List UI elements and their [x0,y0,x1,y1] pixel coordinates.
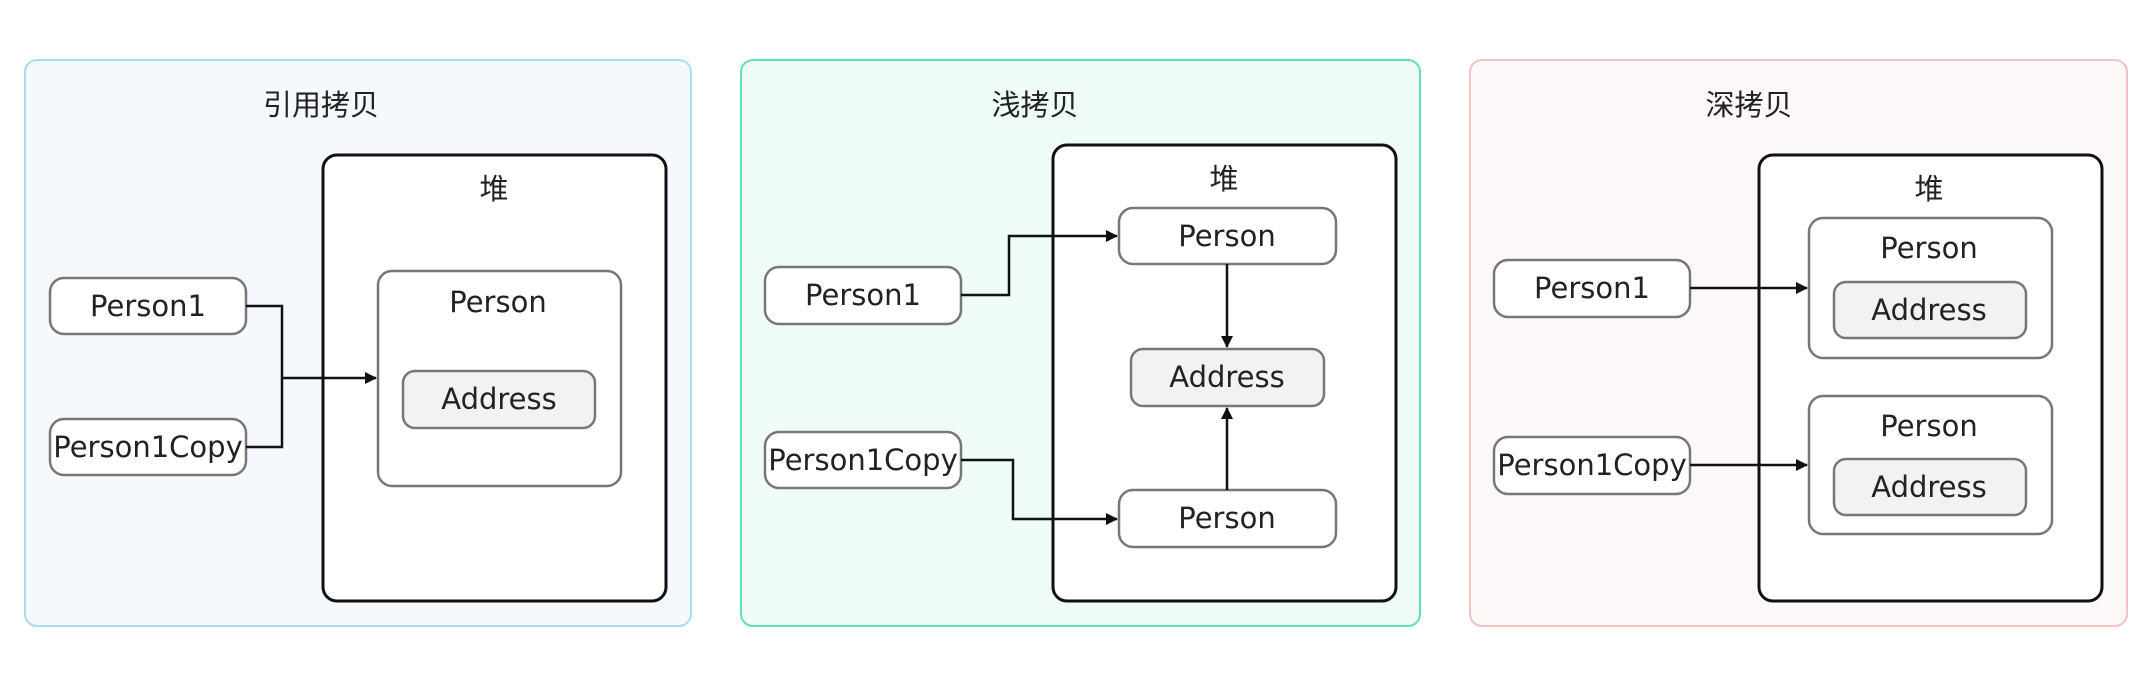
panel-shallow-title: 浅拷贝 [991,88,1078,122]
person-object-label: Person [449,285,546,319]
person-object-top-label: Person [1880,231,1977,265]
heap-title: 堆 [1914,172,1943,206]
heap-title: 堆 [1209,162,1238,196]
panel-deep-title: 深拷贝 [1705,88,1792,122]
person-object-bottom-label: Person [1880,409,1977,443]
person1-shallow-label: Person1 [805,278,921,312]
heap-title: 堆 [479,172,508,206]
person1copy-reference-label: Person1Copy [53,430,242,464]
person1-reference-label: Person1 [90,289,206,323]
address-object-label: Address [1169,360,1285,394]
person1copy-deep-label: Person1Copy [1497,448,1686,482]
person-object-bottom-label: Person [1178,501,1275,535]
panel-reference-copy: 引用拷贝 堆 Person Address Person1 Person1Cop… [24,59,692,627]
panel-shallow-copy: 浅拷贝 堆 Person Address Person Person1 Pers… [740,59,1421,627]
panel-deep-copy: 深拷贝 堆 Person Address Person Address Pers… [1469,59,2128,627]
panel-reference-title: 引用拷贝 [263,88,379,122]
address-object-label: Address [441,382,557,416]
address-object-top-label: Address [1871,293,1987,327]
copy-types-diagram: 引用拷贝 堆 Person Address Person1 Person1Cop… [24,59,2128,627]
person1copy-shallow-label: Person1Copy [768,443,957,477]
person1-deep-label: Person1 [1534,271,1650,305]
person-object-top-label: Person [1178,219,1275,253]
address-object-bottom-label: Address [1871,470,1987,504]
